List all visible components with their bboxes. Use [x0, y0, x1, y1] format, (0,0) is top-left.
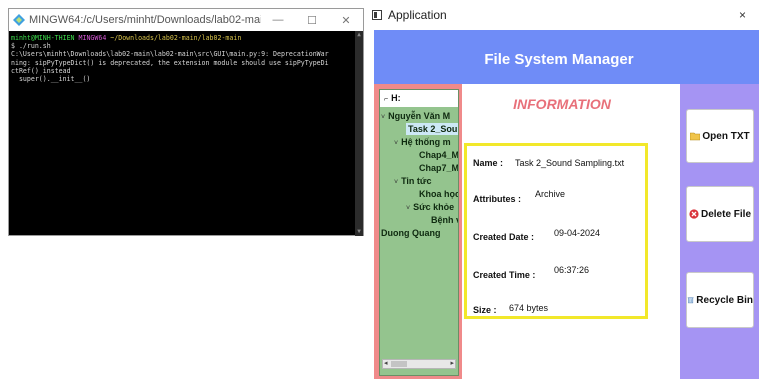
tree-item[interactable]: Khoa học [419, 188, 458, 200]
recycle-bin-icon [687, 297, 694, 304]
scroll-thumb[interactable] [391, 361, 407, 367]
terminal-title: MINGW64:/c/Users/minht/Downloads/lab02-m… [29, 14, 261, 26]
scroll-left-icon[interactable]: ◂ [384, 359, 388, 367]
expand-chevron-icon[interactable]: ˅ [406, 205, 410, 212]
tree-horizontal-scrollbar[interactable]: ◂ ▸ [382, 359, 456, 369]
prompt-shell: MINGW64 [78, 34, 107, 42]
scroll-up-icon[interactable]: ▲ [355, 31, 363, 39]
open-txt-button[interactable]: Open TXT [686, 109, 754, 163]
expand-chevron-icon[interactable]: ˅ [381, 114, 385, 121]
file-tree[interactable]: ⌐ H: ˅ Nguyễn Văn M Task 2_Soun ˅ Hệ thống … [379, 89, 459, 376]
application-window[interactable]: Application × File System Manager ⌐ H: ˅ N… [366, 0, 759, 379]
tree-item[interactable]: ˅ Nguyễn Văn M [381, 110, 450, 124]
recycle-bin-button[interactable]: Recycle Bin [686, 272, 754, 328]
created-date-value: 09-04-2024 [554, 228, 601, 238]
info-panel: INFORMATION Name : Task 2_Sound Sampling.… [462, 84, 680, 379]
terminal-titlebar[interactable]: MINGW64:/c/Users/minht/Downloads/lab02-m… [9, 9, 363, 31]
file-info-box: Name : Task 2_Sound Sampling.txt Attribut… [464, 143, 648, 319]
action-panel: Open TXT Delete File Recycle Bin [680, 84, 759, 379]
mingw-icon [13, 14, 25, 26]
expand-chevron-icon[interactable]: ˅ [394, 179, 398, 186]
header-title: File System Manager [484, 51, 634, 68]
info-row-size: Size :674 bytes [473, 303, 549, 315]
app-titlebar[interactable]: Application × [366, 0, 759, 30]
info-row-created-time: Created Time :06:37:26 [473, 265, 590, 280]
tree-item[interactable]: ˅ Tin tức [394, 175, 431, 189]
info-row-attributes: Attributes : Archive [473, 189, 566, 204]
size-value: 674 bytes [509, 303, 549, 313]
attributes-value: Archive [535, 189, 566, 199]
terminal-window[interactable]: MINGW64:/c/Users/minht/Downloads/lab02-m… [8, 8, 364, 236]
info-title: INFORMATION [513, 96, 611, 112]
tree-item[interactable]: ˅ Sức khỏe [406, 201, 454, 215]
file-name-value: Task 2_Sound Sampling.txt [515, 158, 625, 168]
info-row-name: Name : Task 2_Sound Sampling.txt [473, 158, 625, 168]
app-header: File System Manager [374, 30, 759, 84]
window-icon [372, 10, 382, 20]
tree-root-label: H: [391, 93, 401, 103]
tree-root-item[interactable]: ⌐ H: [380, 90, 458, 107]
maximize-button[interactable]: ☐ [295, 14, 329, 27]
minimize-button[interactable]: — [261, 14, 295, 26]
close-button[interactable]: ✕ [329, 14, 363, 27]
terminal-line: $ ./run.sh [11, 42, 51, 51]
terminal-scrollbar[interactable]: ▲ ▼ [355, 31, 363, 236]
terminal-line: ning: sipPyTypeDict() is deprecated, the… [11, 58, 329, 67]
scroll-right-icon[interactable]: ▸ [450, 359, 454, 367]
delete-file-button[interactable]: Delete File [686, 186, 754, 242]
tree-item[interactable]: Bệnh v [431, 214, 458, 226]
delete-icon [689, 209, 699, 219]
app-close-button[interactable]: × [739, 8, 759, 22]
drive-icon: ⌐ [384, 96, 389, 103]
folder-icon [690, 132, 701, 141]
tree-item[interactable]: Chap7_M [419, 162, 458, 174]
terminal-line: super().__init__() [11, 75, 91, 84]
terminal-output[interactable]: minht@MINH-THIEN MINGW64 ~/Downloads/lab… [9, 31, 363, 236]
tree-item-selected[interactable]: Task 2_Soun [406, 123, 458, 135]
tree-item[interactable]: Duong Quang [381, 227, 441, 239]
app-title: Application [388, 8, 447, 22]
terminal-line: C:\Users\minht\Downloads\lab02-main\lab0… [11, 50, 329, 59]
created-time-value: 06:37:26 [554, 265, 590, 275]
info-row-created-date: Created Date :09-04-2024 [473, 228, 601, 242]
expand-chevron-icon[interactable]: ˅ [394, 140, 398, 147]
prompt-user-host: minht@MINH-THIEN [11, 34, 75, 42]
tree-item[interactable]: ˅ Hệ thống m [394, 136, 451, 150]
tree-item[interactable]: Chap4_M [419, 149, 458, 161]
terminal-line: ctRef() instead [11, 66, 71, 75]
tree-panel: ⌐ H: ˅ Nguyễn Văn M Task 2_Soun ˅ Hệ thống … [374, 84, 462, 379]
prompt-path: ~/Downloads/lab02-main/lab02-main [110, 34, 242, 42]
scroll-down-icon[interactable]: ▼ [355, 228, 363, 236]
